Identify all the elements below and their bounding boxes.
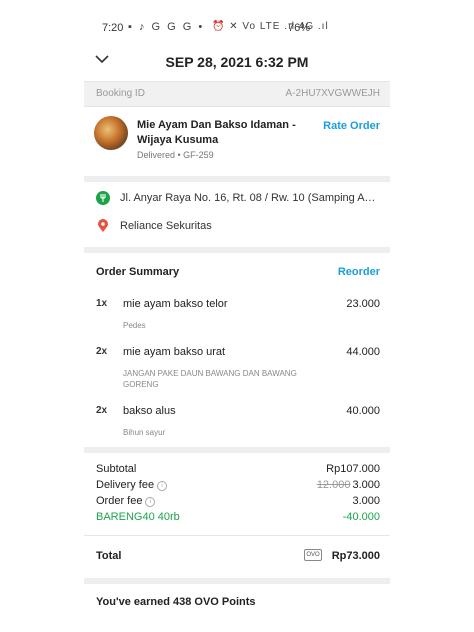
item-name: bakso alus [123, 405, 176, 417]
order-item: 1x mie ayam bakso telor 23.000 Pedes [84, 298, 390, 334]
delivery-fee-row: Delivery fee i 12.000 3.000 [84, 479, 390, 495]
restaurant-pin-icon [96, 191, 110, 205]
restaurant-name: Mie Ayam Dan Bakso Idaman - Wijaya Kusum… [137, 119, 296, 146]
order-fee-value: 3.000 [352, 495, 380, 507]
order-summary-header: Order Summary Reorder [84, 261, 390, 283]
section-divider [84, 447, 390, 453]
booking-id-value: A-2HU7XVGWWEJH [285, 88, 380, 99]
item-quantity: 2x [96, 346, 108, 357]
subtotal-row: Subtotal Rp107.000 [84, 463, 390, 479]
status-time: 7:20 [102, 22, 124, 34]
order-item: 2x bakso alus 40.000 Bihun sayur [84, 405, 390, 441]
total-label: Total [96, 550, 122, 562]
points-earned-text: You've earned 438 OVO Points [96, 596, 256, 608]
pickup-location-row: Jl. Anyar Raya No. 16, Rt. 08 / Rw. 10 (… [84, 187, 390, 211]
points-earned-row: You've earned 438 OVO Points [84, 592, 390, 614]
item-note: Pedes [123, 321, 146, 330]
item-price: 40.000 [346, 405, 380, 417]
total-value: Rp73.000 [331, 550, 380, 562]
rate-order-button[interactable]: Rate Order [323, 120, 380, 132]
delivery-fee-value: 3.000 [352, 479, 380, 491]
order-summary-title: Order Summary [96, 266, 180, 278]
subtotal-value: Rp107.000 [326, 463, 380, 475]
order-header: SEP 28, 2021 6:32 PM [84, 44, 390, 78]
pickup-address: Jl. Anyar Raya No. 16, Rt. 08 / Rw. 10 (… [120, 192, 380, 204]
section-divider [84, 247, 390, 253]
promo-discount-value: -40.000 [342, 511, 380, 523]
item-quantity: 1x [96, 298, 108, 309]
info-icon[interactable]: i [157, 481, 168, 491]
delivery-fee-original: 12.000 [316, 479, 351, 491]
notification-icons: ▪ ♪ G G G • [128, 21, 205, 33]
order-item: 2x mie ayam bakso urat 44.000 JANGAN PAK… [84, 346, 390, 394]
item-name: mie ayam bakso telor [123, 298, 228, 310]
booking-id-bar: Booking ID A-2HU7XVGWWEJH [84, 81, 390, 107]
location-pin-icon [96, 219, 110, 233]
order-datetime-title: SEP 28, 2021 6:32 PM [165, 54, 309, 70]
signal-icons: ⏰ ✕ Vo LTE .ıl 4G .ıl [212, 21, 329, 32]
info-icon[interactable]: i [145, 497, 156, 507]
section-divider [84, 176, 390, 182]
item-quantity: 2x [96, 405, 108, 416]
booking-id-label: Booking ID [96, 88, 145, 99]
dropoff-address: Reliance Sekuritas [120, 220, 212, 232]
restaurant-thumbnail [94, 116, 128, 150]
section-divider [84, 578, 390, 584]
restaurant-card: Mie Ayam Dan Bakso Idaman - Wijaya Kusum… [84, 106, 390, 176]
item-name: mie ayam bakso urat [123, 346, 226, 358]
dropoff-location-row: Reliance Sekuritas [84, 215, 390, 239]
delivery-status: Delivered • GF-259 [137, 150, 214, 160]
divider [84, 535, 390, 536]
item-price: 44.000 [346, 346, 380, 358]
subtotal-label: Subtotal [96, 463, 137, 475]
total-row: Total OVO Rp73.000 [84, 546, 390, 566]
item-price: 23.000 [346, 298, 380, 310]
delivery-fee-label: Delivery fee [96, 479, 155, 491]
order-fee-label: Order fee [96, 495, 143, 507]
promo-code-label: BARENG40 40rb [96, 511, 180, 523]
item-note: Bihun sayur [123, 428, 166, 437]
ovo-payment-icon: OVO [304, 549, 322, 561]
promo-row: BARENG40 40rb -40.000 [84, 511, 390, 527]
item-note: JANGAN PAKE DAUN BAWANG DAN BAWANG GOREN… [123, 369, 297, 389]
battery-level: 76% [288, 22, 311, 34]
order-fee-row: Order fee i 3.000 [84, 495, 390, 511]
reorder-button[interactable]: Reorder [338, 266, 380, 278]
